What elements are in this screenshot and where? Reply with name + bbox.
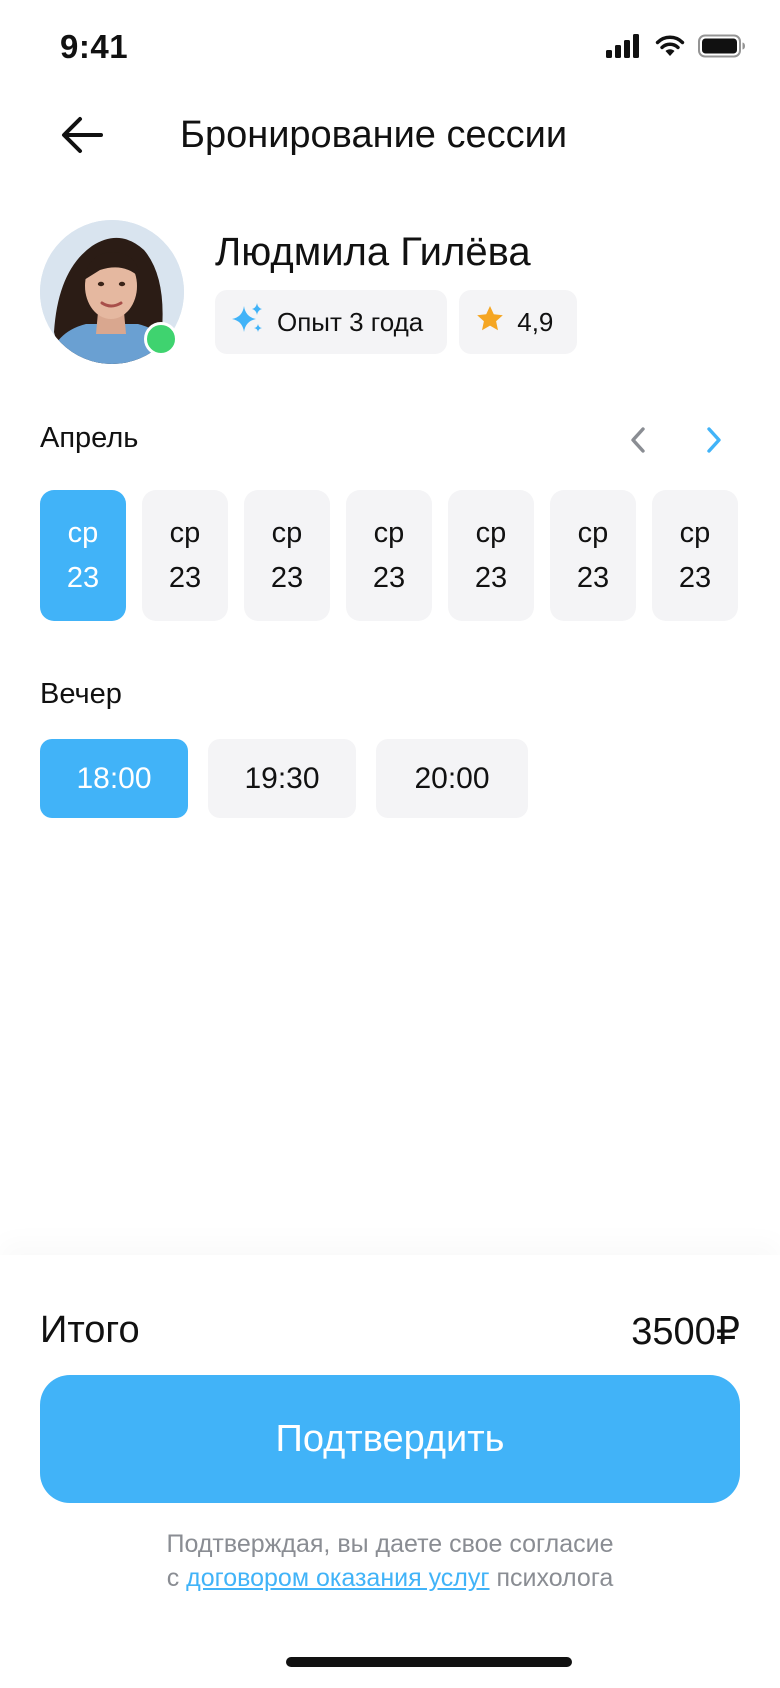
day-number: 23 [576, 561, 610, 594]
month-label: Апрель [40, 422, 139, 454]
consent-suffix: психолога [496, 1564, 614, 1592]
day-weekday: ср [373, 516, 405, 549]
total-price: 3500₽ [631, 1311, 740, 1353]
confirm-button[interactable]: Подтвердить [40, 1375, 740, 1503]
psychologist-profile: Людмила Гилёва Опыт 3 года 4,9 [40, 218, 740, 368]
day-number: 23 [372, 561, 406, 594]
next-month-button[interactable] [694, 420, 734, 464]
consent-line-1: Подтверждая, вы даете свое согласие [166, 1530, 614, 1558]
status-icons [606, 34, 746, 63]
day-number: 23 [168, 561, 202, 594]
rating-badge: 4,9 [459, 290, 578, 354]
chevron-left-icon [629, 426, 647, 459]
day-chip[interactable]: ср 23 [40, 490, 126, 621]
home-indicator [286, 1657, 572, 1667]
day-number: 23 [678, 561, 712, 594]
rating-value: 4,9 [517, 306, 554, 337]
page-title: Бронирование сессии [180, 114, 568, 156]
status-time: 9:41 [60, 28, 129, 65]
consent-text: Подтверждая, вы даете свое согласие с до… [0, 1527, 780, 1595]
psychologist-name: Людмила Гилёва [215, 230, 531, 274]
battery-icon [698, 34, 746, 63]
day-weekday: ср [169, 516, 201, 549]
time-slot[interactable]: 19:30 [208, 739, 356, 818]
chevron-right-icon [705, 426, 723, 459]
nav-header: Бронирование сессии [0, 100, 780, 175]
service-agreement-link[interactable]: договором оказания услуг [186, 1564, 489, 1592]
day-chip[interactable]: ср 23 [142, 490, 228, 621]
badges-row: Опыт 3 года 4,9 [215, 290, 578, 354]
consent-line-2: с договором оказания услуг психолога [0, 1561, 780, 1595]
wifi-icon [654, 34, 686, 63]
sparkles-icon [231, 302, 265, 343]
signal-icon [606, 34, 642, 63]
day-chip[interactable]: ср 23 [244, 490, 330, 621]
month-selector: Апрель [40, 420, 740, 464]
experience-badge: Опыт 3 года [215, 290, 448, 354]
time-slots: 18:00 19:30 20:00 [40, 739, 528, 818]
day-number: 23 [474, 561, 508, 594]
day-number: 23 [66, 561, 100, 594]
time-slot[interactable]: 18:00 [40, 739, 188, 818]
day-weekday: ср [475, 516, 507, 549]
star-icon [475, 304, 505, 341]
day-weekday: ср [271, 516, 303, 549]
day-chip[interactable]: ср 23 [550, 490, 636, 621]
time-period-label: Вечер [40, 678, 122, 710]
total-label: Итого [40, 1309, 140, 1351]
back-button[interactable] [56, 112, 108, 162]
status-bar: 9:41 [0, 0, 780, 100]
day-chip[interactable]: ср 23 [448, 490, 534, 621]
arrow-left-icon [61, 116, 103, 159]
bottom-sheet: Итого 3500₽ Подтвердить Подтверждая, вы … [0, 1255, 780, 1688]
day-chip[interactable]: ср 23 [652, 490, 738, 621]
day-picker: ср 23 ср 23 ср 23 ср 23 ср 23 ср 23 ср 2… [40, 490, 738, 621]
consent-prefix: с [166, 1564, 180, 1592]
time-slot[interactable]: 20:00 [376, 739, 528, 818]
day-number: 23 [270, 561, 304, 594]
experience-label: Опыт 3 года [277, 306, 424, 337]
day-weekday: ср [679, 516, 711, 549]
day-weekday: ср [577, 516, 609, 549]
online-indicator [144, 322, 178, 356]
day-chip[interactable]: ср 23 [346, 490, 432, 621]
prev-month-button[interactable] [618, 420, 658, 464]
day-weekday: ср [67, 516, 99, 549]
